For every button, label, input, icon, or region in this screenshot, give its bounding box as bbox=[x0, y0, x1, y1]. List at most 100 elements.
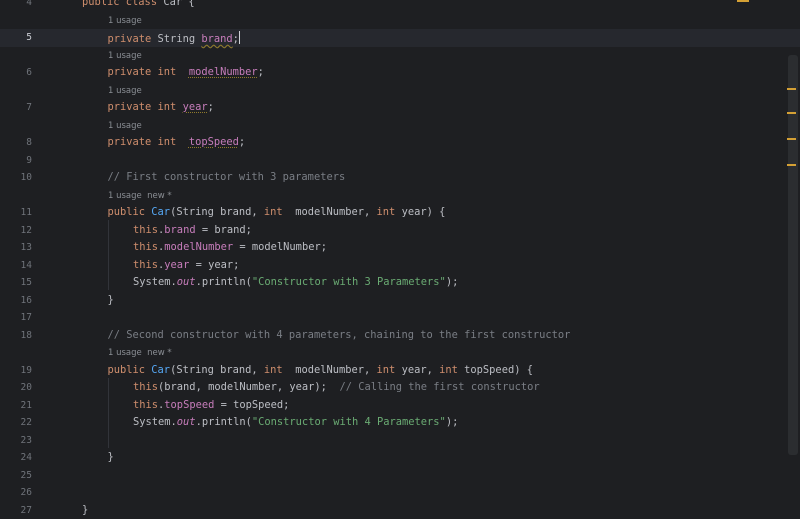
code-line[interactable]: 22System.out.println("Constructor with 4… bbox=[0, 414, 800, 432]
code-line[interactable]: 25 bbox=[0, 467, 800, 485]
code-line[interactable]: 13this.modelNumber = modelNumber; bbox=[0, 239, 800, 257]
line-number: 27 bbox=[0, 505, 32, 516]
code-line[interactable]: 7private int year; bbox=[0, 99, 800, 117]
code-token: private bbox=[108, 33, 158, 45]
usage-hint[interactable]: 1 usage bbox=[0, 82, 800, 100]
code-token: int bbox=[158, 101, 183, 113]
code-token: int bbox=[158, 136, 189, 148]
line-number: 14 bbox=[0, 260, 32, 271]
usage-hint-label[interactable]: 1 usage bbox=[108, 16, 142, 26]
usage-hint-label[interactable]: 1 usage bbox=[108, 121, 142, 131]
inspection-indicator[interactable] bbox=[737, 0, 749, 2]
line-number: 21 bbox=[0, 400, 32, 411]
code-token: this bbox=[133, 259, 158, 271]
code-token: String bbox=[158, 33, 202, 45]
code-line[interactable]: 12this.brand = brand; bbox=[0, 222, 800, 240]
code-text: // Second constructor with 4 parameters,… bbox=[108, 329, 571, 341]
usage-hint[interactable]: 1 usage bbox=[0, 12, 800, 30]
code-token: year, bbox=[402, 364, 440, 376]
code-token: .println( bbox=[196, 276, 252, 288]
line-number: 25 bbox=[0, 470, 32, 481]
code-token: "Constructor with 3 Parameters" bbox=[252, 276, 446, 288]
code-token: ; bbox=[258, 66, 264, 78]
code-token: private bbox=[108, 66, 158, 78]
code-line[interactable]: 10 // First constructor with 3 parameters bbox=[0, 169, 800, 187]
line-number: 13 bbox=[0, 242, 32, 253]
warning-marker[interactable] bbox=[787, 164, 796, 166]
usage-hint-label[interactable]: 1 usage bbox=[108, 86, 142, 96]
code-line[interactable]: 21this.topSpeed = topSpeed; bbox=[0, 397, 800, 415]
code-token: public bbox=[108, 206, 152, 218]
warning-marker[interactable] bbox=[787, 112, 796, 114]
code-token: modelNumber bbox=[164, 241, 233, 253]
code-token: modelNumber bbox=[189, 66, 258, 78]
line-number: 10 bbox=[0, 172, 32, 183]
line-number: 18 bbox=[0, 330, 32, 341]
code-line[interactable]: 14this.year = year; bbox=[0, 257, 800, 275]
code-token: brand bbox=[164, 224, 195, 236]
line-number: 6 bbox=[0, 67, 32, 78]
code-line[interactable]: 23 bbox=[0, 432, 800, 450]
code-token: int bbox=[377, 364, 402, 376]
code-text: private int topSpeed; bbox=[108, 136, 246, 148]
line-number: 5 bbox=[0, 32, 32, 43]
usage-hint[interactable]: 1 usage bbox=[0, 47, 800, 65]
usage-hint-label[interactable]: 1 usage new * bbox=[108, 348, 172, 358]
code-line[interactable]: 5private String brand; bbox=[0, 29, 800, 47]
code-line[interactable]: 19public Car(String brand, int modelNumb… bbox=[0, 362, 800, 380]
code-token: = brand; bbox=[196, 224, 252, 236]
warning-marker[interactable] bbox=[787, 138, 796, 140]
code-line[interactable]: 15System.out.println("Constructor with 3… bbox=[0, 274, 800, 292]
code-token: // Second constructor with 4 parameters,… bbox=[108, 329, 571, 341]
code-token: .println( bbox=[196, 416, 252, 428]
code-token: public class bbox=[82, 0, 163, 8]
code-line[interactable]: 18 // Second constructor with 4 parameter… bbox=[0, 327, 800, 345]
code-token: // Calling the first constructor bbox=[339, 381, 539, 393]
usage-hint-label[interactable]: 1 usage new * bbox=[108, 191, 172, 201]
usage-hint[interactable]: 1 usage new * bbox=[0, 187, 800, 205]
code-token: modelNumber, bbox=[283, 206, 377, 218]
usage-hint[interactable]: 1 usage bbox=[0, 117, 800, 135]
code-token: topSpeed bbox=[189, 136, 239, 148]
code-token: "Constructor with 4 Parameters" bbox=[252, 416, 446, 428]
usage-hint-label[interactable]: 1 usage bbox=[108, 51, 142, 61]
code-token: = year; bbox=[189, 259, 239, 271]
code-line[interactable]: 27} bbox=[0, 502, 800, 519]
code-token: Car bbox=[151, 206, 170, 218]
code-text: public Car(String brand, int modelNumber… bbox=[108, 364, 533, 376]
code-token: int bbox=[439, 364, 464, 376]
code-token: ); bbox=[446, 276, 459, 288]
vertical-scrollbar[interactable] bbox=[788, 55, 798, 455]
code-line[interactable]: 8 private int topSpeed; bbox=[0, 134, 800, 152]
code-text: System.out.println("Constructor with 3 P… bbox=[133, 276, 458, 288]
code-line[interactable]: 9 bbox=[0, 152, 800, 170]
code-text: } bbox=[108, 294, 114, 306]
code-token: ); bbox=[446, 416, 459, 428]
code-line[interactable]: 17 bbox=[0, 309, 800, 327]
code-line[interactable]: 6 private int modelNumber; bbox=[0, 64, 800, 82]
code-token: int bbox=[158, 66, 189, 78]
code-line[interactable]: 24} bbox=[0, 449, 800, 467]
code-line[interactable]: 4public class Car { bbox=[0, 0, 800, 12]
code-line[interactable]: 16} bbox=[0, 292, 800, 310]
code-line[interactable]: 11public Car(String brand, int modelNumb… bbox=[0, 204, 800, 222]
indent-guide bbox=[108, 220, 109, 290]
line-number: 23 bbox=[0, 435, 32, 446]
code-text: // First constructor with 3 parameters bbox=[108, 171, 346, 183]
code-token: = modelNumber; bbox=[233, 241, 327, 253]
line-number: 8 bbox=[0, 137, 32, 148]
code-line[interactable]: 26 bbox=[0, 484, 800, 502]
code-token: topSpeed bbox=[164, 399, 214, 411]
code-text: public class Car { bbox=[82, 0, 195, 8]
code-token: public bbox=[108, 364, 152, 376]
code-token: modelNumber, bbox=[283, 364, 377, 376]
code-token: int bbox=[377, 206, 402, 218]
line-number: 24 bbox=[0, 452, 32, 463]
code-editor[interactable]: 4public class Car { 1 usage 5 private Strin… bbox=[0, 0, 800, 517]
code-token: (String brand, bbox=[170, 206, 264, 218]
line-number: 26 bbox=[0, 487, 32, 498]
warning-marker[interactable] bbox=[787, 88, 796, 90]
usage-hint[interactable]: 1 usage new * bbox=[0, 344, 800, 362]
code-line[interactable]: 20this(brand, modelNumber, year); // Cal… bbox=[0, 379, 800, 397]
code-token: year bbox=[164, 259, 189, 271]
